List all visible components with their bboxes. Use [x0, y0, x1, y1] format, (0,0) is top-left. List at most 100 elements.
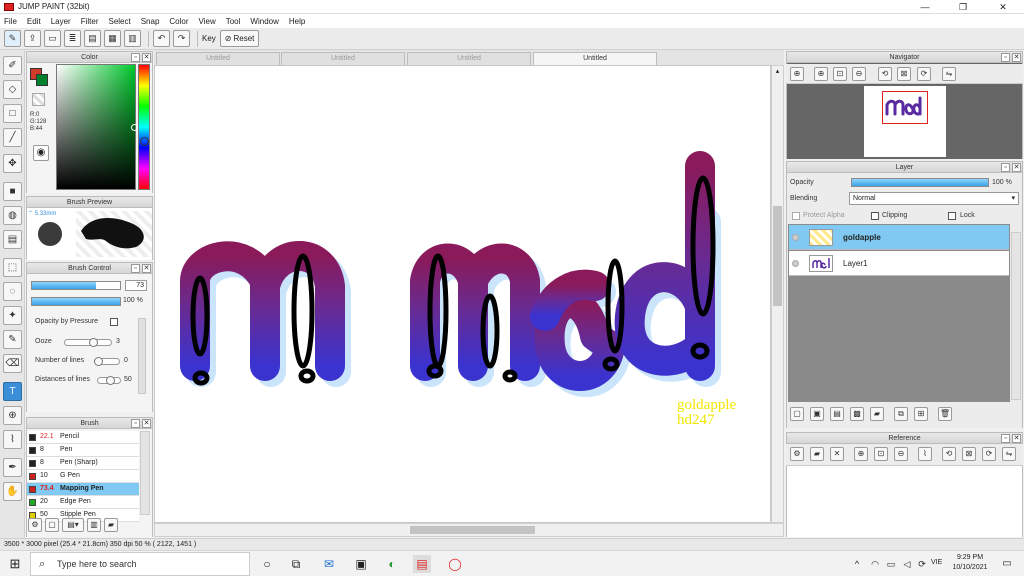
distances-of-lines-slider[interactable] [97, 376, 121, 385]
layer-opacity-slider[interactable] [851, 178, 989, 187]
operation-tool-icon[interactable]: ⊕ [3, 406, 22, 425]
float-icon[interactable]: ▫ [131, 419, 140, 428]
float-icon[interactable]: ▫ [131, 53, 140, 62]
zoom-in-icon[interactable]: ⊕ [814, 67, 828, 81]
zoom-actual-icon[interactable]: ⊡ [833, 67, 847, 81]
layer-row-goldapple[interactable]: goldapple [789, 225, 1009, 250]
close-button[interactable]: ✕ [984, 0, 1022, 14]
magic-wand-tool-icon[interactable]: ✦ [3, 306, 22, 325]
hue-slider-knob[interactable] [140, 137, 149, 146]
tab-untitled-2[interactable]: Untitled [281, 52, 405, 65]
reference-rotate-right-icon[interactable]: ⟳ [982, 447, 996, 461]
brush-type-dropdown-icon[interactable]: ▤▾ [62, 518, 84, 532]
layout-icon[interactable]: ▥ [124, 30, 141, 47]
select-rect-tool-icon[interactable]: ⬚ [3, 258, 22, 277]
foreground-color-swatch[interactable] [36, 74, 48, 86]
reference-fit-window-icon[interactable]: ⊠ [962, 447, 976, 461]
brush-item[interactable]: 22.1 Pencil [27, 431, 139, 444]
ooze-slider[interactable] [64, 338, 112, 347]
menu-file[interactable]: File [4, 17, 17, 26]
brush-size-value[interactable]: 73 [125, 280, 147, 291]
rotate-left-icon[interactable]: ⟲ [878, 67, 892, 81]
lock-checkbox[interactable] [948, 212, 956, 220]
select-pen-tool-icon[interactable]: ✎ [3, 330, 22, 349]
opacity-by-pressure-checkbox[interactable] [110, 318, 118, 326]
fill-rect-tool-icon[interactable]: ■ [3, 182, 22, 201]
float-icon[interactable]: ▫ [1001, 53, 1010, 62]
brush-control-scrollbar[interactable] [138, 318, 146, 394]
close-icon[interactable]: ✕ [1012, 53, 1021, 62]
close-icon[interactable]: ✕ [142, 264, 151, 273]
zoom-fit-icon[interactable]: ⊕ [790, 67, 804, 81]
windows-start-icon[interactable]: ⊞ [6, 555, 24, 573]
float-icon[interactable]: ▫ [1001, 163, 1010, 172]
layer-visibility-icon[interactable] [792, 260, 799, 267]
flip-icon[interactable]: ⇋ [942, 67, 956, 81]
menu-layer[interactable]: Layer [51, 17, 71, 26]
close-reference-icon[interactable]: ✕ [830, 447, 844, 461]
clock-time[interactable]: 9:29 PM [953, 554, 987, 561]
gradient-tool-icon[interactable]: ▤ [3, 230, 22, 249]
protect-alpha-checkbox[interactable] [792, 212, 800, 220]
delete-layer-icon[interactable]: 🗑 [938, 407, 952, 421]
zoom-out-icon[interactable]: ⊖ [852, 67, 866, 81]
move-tool-icon[interactable]: ✥ [3, 154, 22, 173]
drawing-canvas[interactable]: goldapple hd247 [154, 65, 771, 523]
layer-visibility-icon[interactable] [792, 234, 799, 241]
menu-window[interactable]: Window [250, 17, 278, 26]
horizontal-scroll-thumb[interactable] [410, 526, 535, 534]
float-icon[interactable]: ▫ [1001, 434, 1010, 443]
tab-untitled-1[interactable]: Untitled [156, 52, 280, 65]
close-icon[interactable]: ✕ [1012, 434, 1021, 443]
brush-item[interactable]: 8 Pen [27, 444, 139, 457]
reference-eyedropper-icon[interactable]: ⌇ [918, 447, 932, 461]
clipping-checkbox[interactable] [871, 212, 879, 220]
brush-opacity-slider[interactable] [31, 297, 121, 306]
brush-folder-icon[interactable]: ▰ [104, 518, 118, 532]
task-view-icon[interactable]: ⧉ [287, 555, 305, 573]
close-icon[interactable]: ✕ [1012, 163, 1021, 172]
opera-icon[interactable]: ◯ [446, 555, 464, 573]
grid-icon[interactable]: ▦ [104, 30, 121, 47]
input-language[interactable]: VIE [931, 559, 942, 566]
new-layer-8bit-icon[interactable]: ▣ [810, 407, 824, 421]
brush-tool-icon[interactable]: ✐ [3, 56, 22, 75]
menu-help[interactable]: Help [289, 17, 305, 26]
lasso-tool-icon[interactable]: ◌ [3, 282, 22, 301]
brush-item[interactable]: 10 G Pen [27, 470, 139, 483]
canvas-vertical-scrollbar[interactable]: ▴ [771, 65, 784, 523]
open-file-icon[interactable]: ▰ [810, 447, 824, 461]
chevron-up-icon[interactable]: ^ [848, 555, 866, 573]
hand-tool-icon[interactable]: ✋ [3, 482, 22, 501]
menu-filter[interactable]: Filter [81, 17, 99, 26]
menu-snap[interactable]: Snap [141, 17, 160, 26]
text-tool-icon[interactable]: T [3, 382, 22, 401]
ooze-slider-knob[interactable] [89, 338, 98, 347]
eraser-tool-icon[interactable]: ◇ [3, 80, 22, 99]
notifications-icon[interactable]: ▭ [998, 555, 1016, 573]
stack-icon[interactable]: ≣ [64, 30, 81, 47]
new-brush-icon[interactable]: ▢ [45, 518, 59, 532]
scroll-up-icon[interactable]: ▴ [773, 68, 782, 76]
menu-color[interactable]: Color [169, 17, 188, 26]
eyedropper-tool-icon[interactable]: ⌇ [3, 430, 22, 449]
rectangle-tool-icon[interactable]: □ [3, 104, 22, 123]
comment-icon[interactable]: ▭ [44, 30, 61, 47]
new-layer-icon[interactable]: ▢ [790, 407, 804, 421]
undo-icon[interactable]: ↶ [153, 30, 170, 47]
number-of-lines-slider[interactable] [94, 357, 120, 366]
close-icon[interactable]: ✕ [142, 419, 151, 428]
mail-icon[interactable]: ✉ [320, 555, 338, 573]
export-icon[interactable]: ⇪ [24, 30, 41, 47]
layer-list-scrollbar[interactable] [1011, 232, 1021, 400]
reference-flip-icon[interactable]: ⇋ [1002, 447, 1016, 461]
menu-tool[interactable]: Tool [226, 17, 241, 26]
vertical-scroll-thumb[interactable] [773, 206, 782, 306]
brush-list-scrollbar[interactable] [140, 431, 150, 515]
redo-icon[interactable]: ↷ [173, 30, 190, 47]
document-icon[interactable]: ▤ [84, 30, 101, 47]
duplicate-layer-icon[interactable]: ⧉ [894, 407, 908, 421]
store-icon[interactable]: ▣ [352, 555, 370, 573]
palette-icon[interactable]: ◉ [33, 145, 49, 161]
new-folder-icon[interactable]: ▰ [870, 407, 884, 421]
